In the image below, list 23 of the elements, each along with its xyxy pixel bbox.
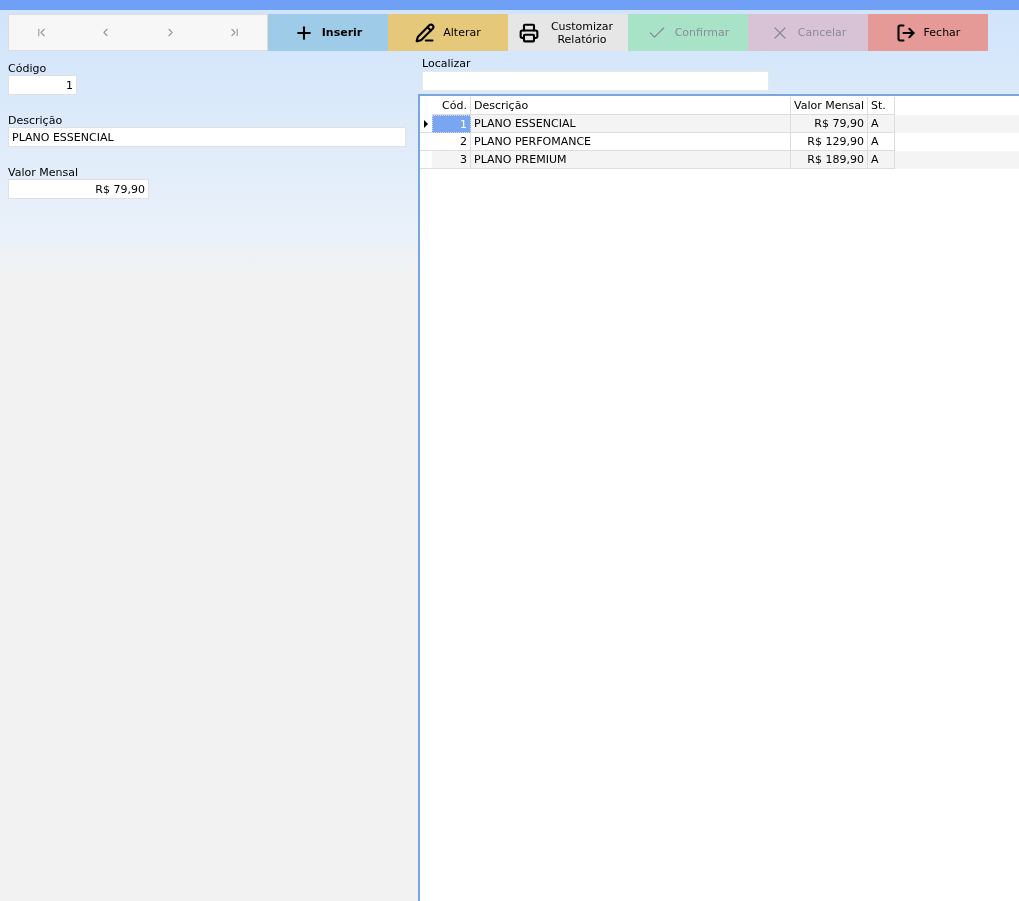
search-field[interactable] bbox=[422, 71, 769, 91]
exit-icon bbox=[895, 22, 916, 43]
table-cell: A bbox=[868, 151, 895, 169]
edit-button[interactable]: Alterar bbox=[388, 14, 508, 51]
insert-button[interactable]: Inserir bbox=[268, 14, 388, 51]
search-label: Localizar bbox=[422, 56, 472, 71]
table-row[interactable]: 1 PLANO ESSENCIAL R$ 79,90 A bbox=[420, 115, 1019, 133]
text-field[interactable]: PLANO ESSENCIAL bbox=[8, 127, 406, 147]
field-label: Descrição bbox=[8, 115, 64, 127]
close-button[interactable]: Fechar bbox=[868, 14, 988, 51]
row-pointer-icon bbox=[424, 119, 428, 128]
table-row[interactable]: 3 PLANO PREMIUM R$ 189,90 A bbox=[420, 151, 1019, 169]
field-label: Código bbox=[8, 63, 48, 75]
table-cell: 3 bbox=[432, 151, 471, 169]
print-button[interactable]: Customizar Relatório bbox=[508, 14, 628, 51]
table-cell: 1 bbox=[432, 115, 471, 133]
table-cell: PLANO PREMIUM bbox=[471, 151, 791, 169]
printer-icon bbox=[519, 22, 539, 43]
text-field[interactable]: R$ 79,90 bbox=[8, 179, 149, 199]
pencil-icon bbox=[415, 22, 436, 43]
text-field[interactable]: 1 bbox=[8, 75, 77, 95]
table-cell: R$ 189,90 bbox=[791, 151, 868, 169]
field-label: Valor Mensal bbox=[8, 167, 79, 179]
